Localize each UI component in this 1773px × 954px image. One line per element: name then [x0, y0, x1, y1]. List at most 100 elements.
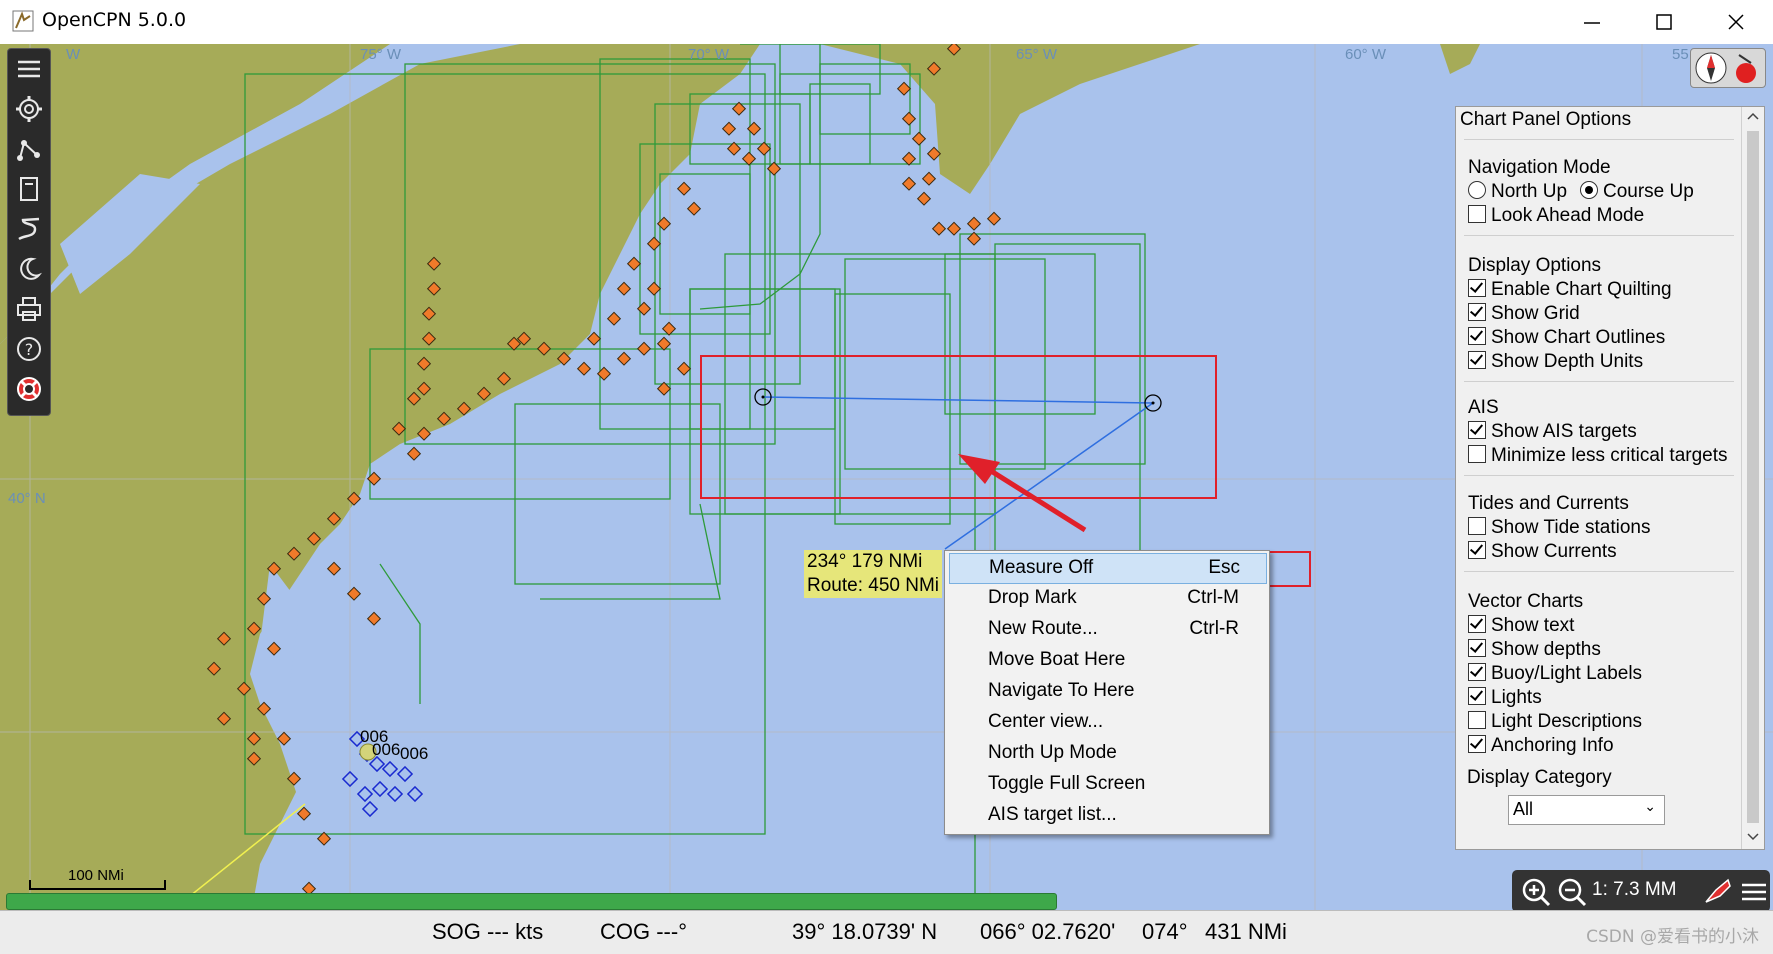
- scrollbar-arrows: [1747, 112, 1759, 841]
- annotation-red-box-route: [700, 355, 1217, 499]
- route-icon[interactable]: [15, 135, 43, 163]
- radio-course-up[interactable]: Course Up: [1580, 181, 1694, 203]
- chevron-down-icon: ⌄: [1644, 798, 1656, 814]
- checkbox-tide-stations[interactable]: Show Tide stations: [1468, 517, 1650, 539]
- section-display-options: Display Options: [1468, 255, 1602, 276]
- menu-item-north-up[interactable]: North Up Mode: [949, 739, 1265, 768]
- context-menu: Measure Off Esc Drop Mark Ctrl-M New Rou…: [944, 550, 1270, 835]
- close-button[interactable]: [1700, 0, 1772, 44]
- menu-item-center-view[interactable]: Center view...: [949, 708, 1265, 737]
- title-bar: OpenCPN 5.0.0: [0, 0, 1773, 45]
- checkbox-currents[interactable]: Show Currents: [1468, 541, 1617, 563]
- checkbox-anchoring-info[interactable]: Anchoring Info: [1468, 735, 1614, 757]
- grid-label-70w: 70° W: [688, 46, 730, 63]
- checkbox-depth-units[interactable]: Show Depth Units: [1468, 351, 1643, 373]
- menu-item-full-screen[interactable]: Toggle Full Screen: [949, 770, 1265, 799]
- section-tides: Tides and Currents: [1468, 493, 1629, 514]
- checkbox-buoy-labels[interactable]: Buoy/Light Labels: [1468, 663, 1642, 685]
- checkbox-chart-quilting[interactable]: Enable Chart Quilting: [1468, 279, 1672, 301]
- maximize-icon: [1656, 14, 1672, 30]
- checkbox-show-grid[interactable]: Show Grid: [1468, 303, 1580, 325]
- checkbox-indicator[interactable]: [1468, 639, 1486, 657]
- lifebuoy-icon[interactable]: [15, 375, 43, 403]
- ais-label: 006: [372, 740, 401, 759]
- zoom-out-icon[interactable]: [1556, 876, 1588, 908]
- measure-bearing-distance: 234° 179 NMi: [807, 551, 923, 572]
- checkbox-show-depths[interactable]: Show depths: [1468, 639, 1601, 661]
- svg-text:?: ?: [25, 340, 34, 359]
- menu-item-ais-list[interactable]: AIS target list...: [949, 801, 1265, 830]
- menu-item-drop-mark[interactable]: Drop Mark Ctrl-M: [949, 584, 1265, 613]
- checkbox-chart-outlines[interactable]: Show Chart Outlines: [1468, 327, 1665, 349]
- panel-title: Chart Panel Options: [1460, 109, 1632, 130]
- checkbox-indicator[interactable]: [1468, 663, 1486, 681]
- section-navigation-mode: Navigation Mode: [1468, 157, 1611, 178]
- chart-panel-options: Chart Panel Options Navigation Mode Nort…: [1455, 106, 1765, 850]
- track-icon[interactable]: [15, 215, 43, 243]
- checkbox-indicator[interactable]: [1468, 445, 1486, 463]
- measure-readout: 234° 179 NMi Route: 450 NMi: [804, 550, 942, 598]
- print-icon[interactable]: [15, 295, 43, 323]
- section-ais: AIS: [1468, 397, 1499, 418]
- checkbox-look-ahead[interactable]: Look Ahead Mode: [1468, 205, 1644, 227]
- checkbox-indicator[interactable]: [1468, 735, 1486, 753]
- tide-icon[interactable]: [1702, 876, 1734, 908]
- radio-north-up-indicator[interactable]: [1468, 181, 1486, 199]
- chart-icon[interactable]: [15, 175, 43, 203]
- checkbox-indicator[interactable]: [1468, 687, 1486, 705]
- grid-label-40n: 40° N: [8, 490, 46, 507]
- chart-scale: 1: 7.3 MM: [1592, 879, 1677, 900]
- watermark: CSDN @爱看书的小沐: [1586, 927, 1759, 947]
- grid-label-60w: 60° W: [1345, 46, 1387, 63]
- night-mode-icon[interactable]: [15, 255, 43, 283]
- status-sog: SOG --- kts: [432, 919, 544, 944]
- checkbox-show-text[interactable]: Show text: [1468, 615, 1574, 637]
- minimize-button[interactable]: [1556, 0, 1628, 44]
- divider: [1464, 381, 1734, 382]
- menu-item-navigate-to[interactable]: Navigate To Here: [949, 677, 1265, 706]
- checkbox-light-descriptions[interactable]: Light Descriptions: [1468, 711, 1642, 733]
- grid-label-75w: 75° W: [360, 46, 402, 63]
- close-icon: [1728, 14, 1744, 30]
- checkbox-indicator[interactable]: [1468, 541, 1486, 559]
- maximize-button[interactable]: [1628, 0, 1700, 44]
- checkbox-show-ais[interactable]: Show AIS targets: [1468, 421, 1637, 443]
- grid-label-55w: 55: [1672, 46, 1689, 63]
- zoom-in-icon[interactable]: [1520, 876, 1552, 908]
- settings-icon[interactable]: [15, 95, 43, 123]
- status-bearing: 074°: [1142, 919, 1188, 944]
- opencpn-app-icon: [12, 10, 34, 32]
- menu-icon[interactable]: [1738, 876, 1770, 908]
- checkbox-indicator[interactable]: [1468, 517, 1486, 535]
- menu-item-move-boat[interactable]: Move Boat Here: [949, 646, 1265, 675]
- checkbox-indicator[interactable]: [1468, 711, 1486, 729]
- checkbox-indicator[interactable]: [1468, 351, 1486, 369]
- divider: [1464, 571, 1734, 572]
- display-category-select[interactable]: All ⌄: [1508, 795, 1665, 825]
- grid-label-65w: 65° W: [1016, 46, 1058, 63]
- menu-item-new-route[interactable]: New Route... Ctrl-R: [949, 615, 1265, 644]
- checkbox-indicator[interactable]: [1468, 205, 1486, 223]
- panel-scrollbar[interactable]: [1741, 107, 1764, 849]
- minimize-icon: [1584, 22, 1600, 24]
- section-vector-charts: Vector Charts: [1468, 591, 1584, 612]
- compass-widget[interactable]: [1690, 48, 1766, 88]
- checkbox-indicator[interactable]: [1468, 327, 1486, 345]
- checkbox-indicator[interactable]: [1468, 279, 1486, 297]
- chart-load-progress: [6, 893, 1057, 910]
- checkbox-indicator[interactable]: [1468, 303, 1486, 321]
- checkbox-indicator[interactable]: [1468, 615, 1486, 633]
- radio-north-up[interactable]: North Up: [1468, 181, 1567, 203]
- scale-bar-label: 100 NMi: [68, 867, 124, 884]
- radio-course-up-indicator[interactable]: [1580, 181, 1598, 199]
- menu-icon[interactable]: [15, 55, 43, 83]
- checkbox-indicator[interactable]: [1468, 421, 1486, 439]
- help-icon[interactable]: ?: [15, 335, 43, 363]
- compass-icon: [1695, 52, 1756, 84]
- menu-item-measure-off[interactable]: Measure Off Esc: [949, 553, 1267, 584]
- status-cog: COG ---°: [600, 919, 688, 944]
- section-display-category: Display Category: [1467, 767, 1612, 788]
- checkbox-minimize-targets[interactable]: Minimize less critical targets: [1468, 445, 1728, 467]
- checkbox-lights[interactable]: Lights: [1468, 687, 1542, 709]
- divider: [1464, 139, 1734, 140]
